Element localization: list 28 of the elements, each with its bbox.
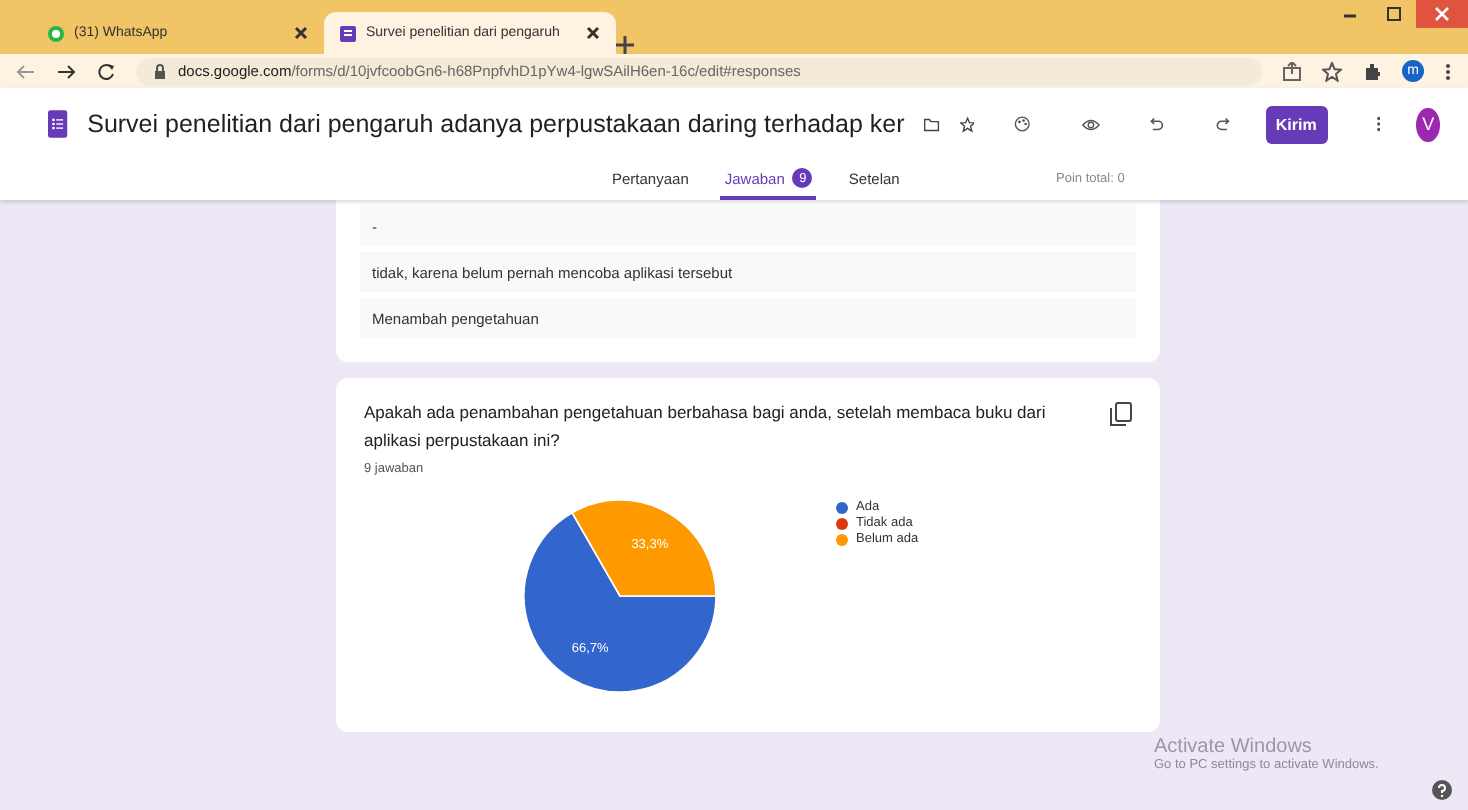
help-icon[interactable] — [1432, 780, 1452, 800]
eye-icon[interactable] — [1082, 115, 1100, 133]
star-icon[interactable] — [1322, 61, 1342, 81]
lock-icon[interactable] — [152, 63, 168, 79]
close-icon[interactable] — [294, 26, 308, 40]
more-icon[interactable] — [1375, 112, 1381, 136]
share-icon[interactable] — [1282, 61, 1302, 81]
activation-title: Activate Windows — [1154, 736, 1314, 758]
forward-icon[interactable] — [56, 61, 76, 81]
redo-icon[interactable] — [1215, 114, 1230, 134]
user-avatar[interactable]: V — [1416, 107, 1440, 141]
chat-icon[interactable] — [48, 25, 64, 41]
reload-icon[interactable] — [96, 61, 116, 81]
star-icon[interactable] — [959, 113, 975, 135]
menu-icon[interactable] — [1444, 61, 1452, 81]
new-tab-icon[interactable] — [616, 36, 634, 54]
copy-icon[interactable] — [1110, 402, 1132, 426]
close-icon[interactable] — [586, 26, 600, 40]
form-title[interactable]: Survei penelitian dari pengaruh adanya perpustakaan daring terhadap ker — [87, 110, 905, 138]
form-icon[interactable] — [340, 25, 356, 41]
folder-icon[interactable] — [924, 115, 940, 133]
question-text: Apakah ada penambahan pengetahuan berbahasa bagi anda, setelah membaca buku dari aplikasi perpustakaan ini? — [364, 400, 1048, 454]
back-icon[interactable] — [16, 61, 36, 81]
puzzle-icon[interactable] — [1362, 61, 1382, 81]
palette-icon[interactable] — [1014, 112, 1032, 136]
forms-logo-icon[interactable] — [48, 104, 68, 144]
send-button[interactable]: Kirim — [1265, 105, 1328, 143]
undo-icon[interactable] — [1150, 114, 1165, 134]
